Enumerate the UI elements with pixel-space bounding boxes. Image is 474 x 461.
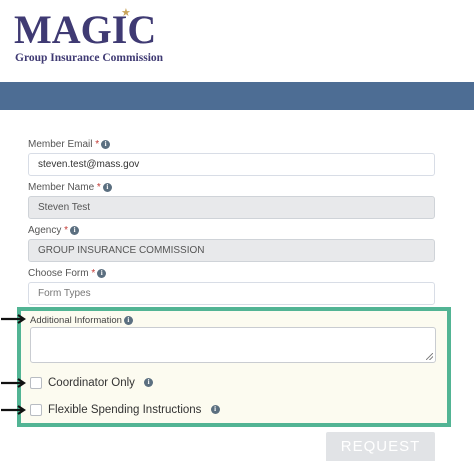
agency-input: GROUP INSURANCE COMMISSION: [28, 239, 435, 262]
info-icon[interactable]: i: [70, 225, 80, 235]
logo-wordmark: MAGIC: [14, 7, 157, 52]
choose-form-select[interactable]: Form Types: [28, 282, 435, 305]
member-email-input[interactable]: steven.test@mass.gov: [28, 153, 435, 176]
flexible-spending-label[interactable]: Flexible Spending Instructions i: [48, 403, 220, 417]
magic-logo: MAGIC ★ Group Insurance Commission: [4, 4, 163, 64]
member-name-label: Member Name * i: [28, 182, 112, 194]
logo-subtitle: Group Insurance Commission: [15, 52, 164, 64]
info-icon[interactable]: i: [123, 315, 133, 325]
flexible-spending-checkbox[interactable]: [30, 404, 42, 416]
arrow-right-icon: [1, 314, 26, 324]
info-icon[interactable]: i: [144, 378, 154, 388]
member-name-input: Steven Test: [28, 196, 435, 219]
arrow-right-icon: [1, 378, 26, 388]
header-banner: [0, 82, 474, 110]
info-icon[interactable]: i: [210, 405, 220, 415]
info-icon[interactable]: i: [102, 182, 112, 192]
coordinator-only-checkbox[interactable]: [30, 377, 42, 389]
arrow-right-icon: [1, 405, 26, 415]
agency-label: Agency * i: [28, 225, 80, 237]
choose-form-label: Choose Form * i: [28, 268, 107, 280]
member-email-label: Member Email * i: [28, 139, 111, 151]
info-icon[interactable]: i: [101, 139, 111, 149]
additional-information-label: Additional Information i: [30, 315, 133, 327]
info-icon[interactable]: i: [97, 268, 107, 278]
star-icon: ★: [121, 7, 131, 19]
request-button[interactable]: REQUEST: [326, 432, 435, 461]
coordinator-only-label[interactable]: Coordinator Only i: [48, 376, 154, 390]
additional-information-textarea[interactable]: [30, 327, 436, 363]
resize-handle-icon[interactable]: [426, 353, 433, 360]
